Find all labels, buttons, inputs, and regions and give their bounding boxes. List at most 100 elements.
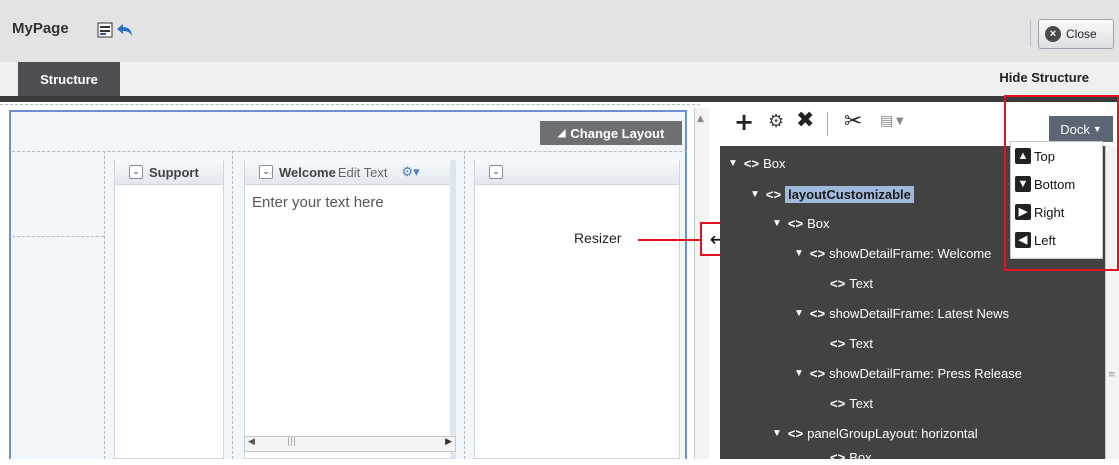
tab-structure[interactable]: Structure: [18, 62, 120, 96]
change-layout-label: Change Layout: [570, 125, 665, 141]
expand-triangle-icon[interactable]: ▼: [794, 308, 804, 319]
tree-node[interactable]: <> Box: [830, 450, 872, 465]
scroll-grip-icon[interactable]: ≡: [1108, 370, 1116, 380]
canvas-vertical-scrollbar[interactable]: ▲: [694, 108, 709, 459]
tree-node-label: showDetailFrame: Press Release: [829, 366, 1022, 381]
resizer-callout-label: Resizer: [574, 230, 622, 246]
close-button[interactable]: × Close: [1038, 19, 1114, 49]
header-divider: [1030, 20, 1031, 46]
column-header: ⌄ Welcome Edit Text ⚙▾: [245, 160, 450, 185]
component-tag-icon: <>: [809, 246, 826, 261]
dock-menu: ▲ Top ▼ Bottom ▶ Right ◀ Left: [1010, 141, 1103, 259]
settings-icon[interactable]: ⚙: [768, 111, 784, 132]
tree-node-label: Text: [849, 276, 874, 291]
component-tag-icon: <>: [809, 306, 826, 321]
tree-node[interactable]: ▼ <> panelGroupLayout: horizontal: [772, 426, 978, 441]
tree-node[interactable]: ▼ <> showDetailFrame: Latest News: [794, 306, 1009, 321]
tree-node-label: Box: [763, 156, 786, 171]
expand-triangle-icon[interactable]: ▼: [794, 248, 804, 259]
component-tag-icon: <>: [765, 187, 782, 202]
undo-icon[interactable]: [116, 22, 134, 42]
expand-triangle-icon[interactable]: ▼: [772, 218, 782, 229]
expand-triangle-icon[interactable]: ▼: [772, 428, 782, 439]
tree-node[interactable]: <> Text: [830, 396, 873, 411]
page-properties-icon[interactable]: [97, 22, 113, 42]
chevron-down-icon: ▼: [1092, 124, 1102, 134]
text-placeholder[interactable]: Enter your text here: [252, 194, 384, 211]
close-label: Close: [1066, 27, 1097, 41]
toolbar-divider: [827, 112, 828, 136]
dock-menu-label: Right: [1034, 204, 1065, 220]
dock-menu-item-right[interactable]: ▶ Right: [1015, 204, 1064, 220]
column-header: ⌄: [475, 160, 679, 185]
horizontal-scrollbar[interactable]: ◀ ▶ |||: [244, 436, 456, 452]
dock-menu-item-top[interactable]: ▲ Top: [1015, 148, 1055, 164]
paste-icon[interactable]: ▤: [880, 113, 893, 129]
cut-icon[interactable]: ✂: [844, 109, 862, 134]
canvas-guide: [232, 151, 233, 459]
tree-node-label: showDetailFrame: Latest News: [829, 306, 1009, 321]
component-tag-icon: <>: [743, 156, 760, 171]
column-title: Support: [149, 164, 199, 180]
dock-menu-label: Left: [1034, 232, 1056, 248]
scroll-up-icon[interactable]: ▲: [697, 114, 704, 124]
scroll-right-icon[interactable]: ▶: [445, 437, 452, 447]
arrow-left-icon: ◀: [1015, 232, 1031, 248]
scroll-grip-icon[interactable]: |||: [287, 437, 296, 447]
expand-triangle-icon[interactable]: ▼: [794, 368, 804, 379]
tree-node[interactable]: ▼ <> showDetailFrame: Press Release: [794, 366, 1022, 381]
canvas-guide: [464, 151, 465, 459]
change-layout-button[interactable]: ◢ Change Layout: [540, 121, 682, 145]
canvas-guide: [104, 151, 105, 459]
tree-node[interactable]: <> Text: [830, 276, 873, 291]
hide-structure-link[interactable]: Hide Structure: [999, 70, 1089, 85]
component-tag-icon: <>: [830, 396, 846, 411]
tree-node-label: Text: [849, 396, 874, 411]
dock-menu-label: Top: [1034, 148, 1055, 164]
dock-menu-item-bottom[interactable]: ▼ Bottom: [1015, 176, 1075, 192]
resize-corner-icon: ◢: [557, 127, 566, 139]
component-tag-icon: <>: [787, 426, 804, 441]
dock-menu-label: Bottom: [1034, 176, 1076, 192]
chevron-down-icon[interactable]: ⌄: [259, 165, 273, 179]
tree-node[interactable]: ▼ <> Box: [772, 216, 830, 231]
tab-row: [0, 62, 1119, 96]
delete-icon[interactable]: ✖: [796, 108, 814, 133]
close-icon: ×: [1045, 26, 1061, 42]
tree-node-label: Text: [849, 336, 874, 351]
component-tag-icon: <>: [830, 450, 846, 465]
add-icon[interactable]: +: [734, 108, 754, 136]
component-tag-icon: <>: [809, 366, 826, 381]
canvas-guide: [0, 104, 700, 105]
column-header: ⌄ Support: [115, 160, 223, 185]
tree-node[interactable]: ▼ <> Box: [728, 156, 786, 171]
tree-node-label: layoutCustomizable: [785, 186, 914, 203]
expand-triangle-icon[interactable]: ▼: [728, 158, 738, 169]
top-bar: [0, 0, 1119, 62]
arrow-down-icon: ▼: [1015, 176, 1031, 192]
tree-node-label: Box: [807, 216, 830, 231]
dock-menu-item-left[interactable]: ◀ Left: [1015, 232, 1056, 248]
tree-node[interactable]: ▼ <> showDetailFrame: Welcome: [794, 246, 991, 261]
tree-node-label: Box: [849, 450, 872, 465]
edit-text-link[interactable]: Edit Text: [338, 165, 388, 180]
resizer-callout-line: [638, 239, 700, 241]
component-tag-icon: <>: [787, 216, 804, 231]
column-support[interactable]: ⌄ Support: [114, 160, 224, 459]
dock-label: Dock: [1060, 121, 1090, 137]
chevron-down-icon[interactable]: ⌄: [489, 165, 503, 179]
canvas-guide: [12, 151, 687, 152]
expand-triangle-icon[interactable]: ▼: [750, 189, 760, 200]
paste-dropdown-icon[interactable]: ▼: [896, 116, 904, 127]
tree-node-label: panelGroupLayout: horizontal: [807, 426, 978, 441]
tree-node[interactable]: ▼ <> layoutCustomizable: [750, 186, 914, 203]
page-title: MyPage: [12, 20, 69, 37]
dock-button[interactable]: Dock ▼: [1049, 116, 1113, 142]
column-empty[interactable]: ⌄: [474, 160, 680, 459]
gear-icon[interactable]: ⚙▾: [401, 164, 419, 180]
component-tag-icon: <>: [830, 336, 846, 351]
chevron-down-icon[interactable]: ⌄: [129, 165, 143, 179]
column-title: Welcome: [279, 164, 336, 180]
scroll-left-icon[interactable]: ◀: [248, 437, 255, 447]
tree-node[interactable]: <> Text: [830, 336, 873, 351]
